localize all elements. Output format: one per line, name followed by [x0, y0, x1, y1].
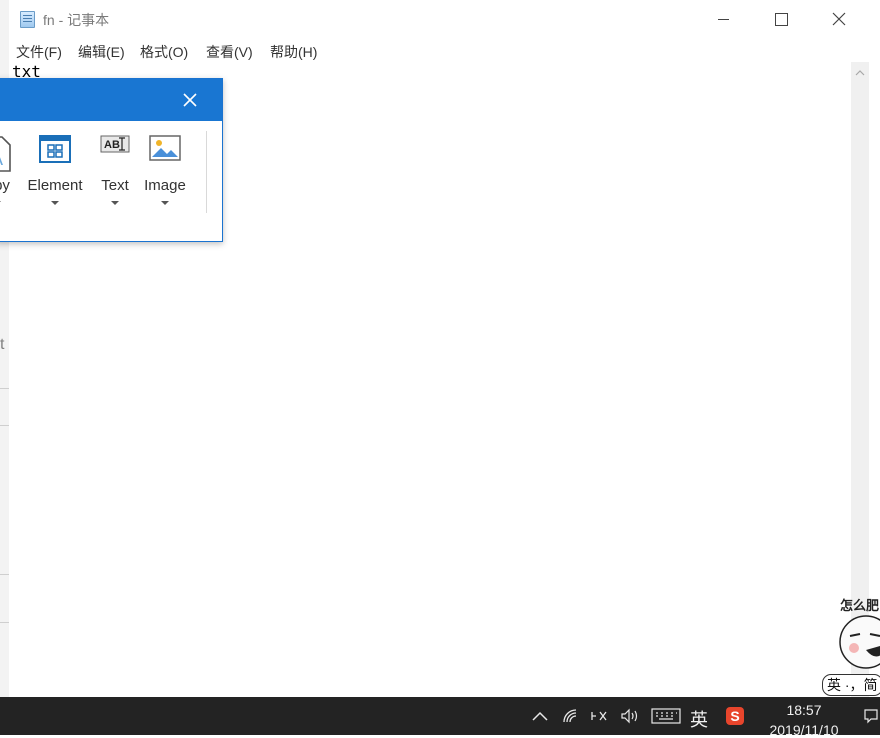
copy-label: py — [0, 177, 10, 194]
element-label: Element — [27, 177, 83, 194]
chevron-down-icon[interactable] — [111, 201, 119, 205]
image-icon — [149, 135, 181, 166]
close-icon — [832, 12, 846, 26]
text-label: Text — [101, 177, 129, 194]
window-title: fn - 记事本 — [43, 12, 110, 28]
background-divider — [0, 622, 9, 623]
clock-time: 18:57 — [786, 702, 822, 718]
chevron-down-icon[interactable] — [161, 201, 169, 205]
menu-format[interactable]: 格式(O) — [140, 42, 188, 62]
meme-face-icon — [839, 615, 880, 669]
element-tool-button[interactable]: Element — [24, 131, 86, 211]
text-tool-button[interactable]: AB Text — [95, 131, 135, 211]
background-window-text: t — [0, 336, 5, 353]
background-divider — [0, 425, 9, 426]
menu-file[interactable]: 文件(F) — [16, 42, 62, 62]
chevron-up-icon[interactable] — [530, 705, 550, 727]
svg-text:S: S — [730, 708, 739, 724]
notification-icon[interactable] — [862, 705, 880, 727]
menu-edit[interactable]: 编辑(E) — [78, 42, 125, 62]
network-disconnected-icon[interactable] — [589, 705, 611, 727]
menu-help[interactable]: 帮助(H) — [270, 42, 317, 62]
copy-tool-button[interactable]: A py — [0, 131, 17, 211]
notepad-icon — [20, 11, 35, 28]
background-divider — [0, 574, 9, 575]
chevron-down-icon[interactable] — [51, 201, 59, 205]
text-icon: AB — [100, 135, 130, 158]
maximize-icon — [774, 12, 788, 26]
close-icon — [183, 93, 197, 107]
element-icon — [39, 135, 71, 168]
system-clock[interactable]: 18:57 2019/11/10 — [765, 702, 843, 738]
wifi-icon[interactable] — [561, 705, 581, 727]
ime-language-indicator[interactable]: 英 — [690, 706, 708, 732]
menu-view[interactable]: 查看(V) — [206, 42, 253, 62]
popup-header — [0, 79, 222, 121]
maximize-button[interactable] — [752, 0, 810, 38]
scroll-up-icon[interactable] — [851, 64, 869, 82]
close-button[interactable] — [810, 0, 868, 38]
menu-bar: 文件(F) 编辑(E) 格式(O) 查看(V) 帮助(H) — [9, 38, 880, 62]
sticker-bottom-text: 英 ·，简 — [822, 674, 880, 696]
svg-text:A: A — [0, 149, 3, 169]
copy-icon: A — [0, 135, 12, 178]
taskbar: 英 S 18:57 2019/11/10 — [0, 697, 880, 738]
chevron-down-icon[interactable] — [0, 201, 1, 205]
popup-divider — [206, 131, 207, 213]
minimize-icon — [717, 18, 729, 20]
volume-icon[interactable] — [619, 705, 641, 727]
background-divider — [0, 388, 9, 389]
meme-sticker: 怎么肥 英 ·，简 — [820, 590, 880, 700]
title-bar[interactable]: fn - 记事本 — [9, 0, 880, 38]
keyboard-icon[interactable] — [650, 705, 682, 727]
capture-tool-popup[interactable]: A py Element AB Text Image — [0, 78, 223, 242]
minimize-button[interactable] — [694, 0, 752, 38]
clock-date: 2019/11/10 — [769, 722, 839, 738]
image-tool-button[interactable]: Image — [140, 131, 190, 211]
svg-text:AB: AB — [104, 139, 120, 151]
popup-close-button[interactable] — [177, 87, 203, 113]
image-label: Image — [144, 177, 186, 194]
sogou-input-icon[interactable]: S — [724, 705, 746, 727]
